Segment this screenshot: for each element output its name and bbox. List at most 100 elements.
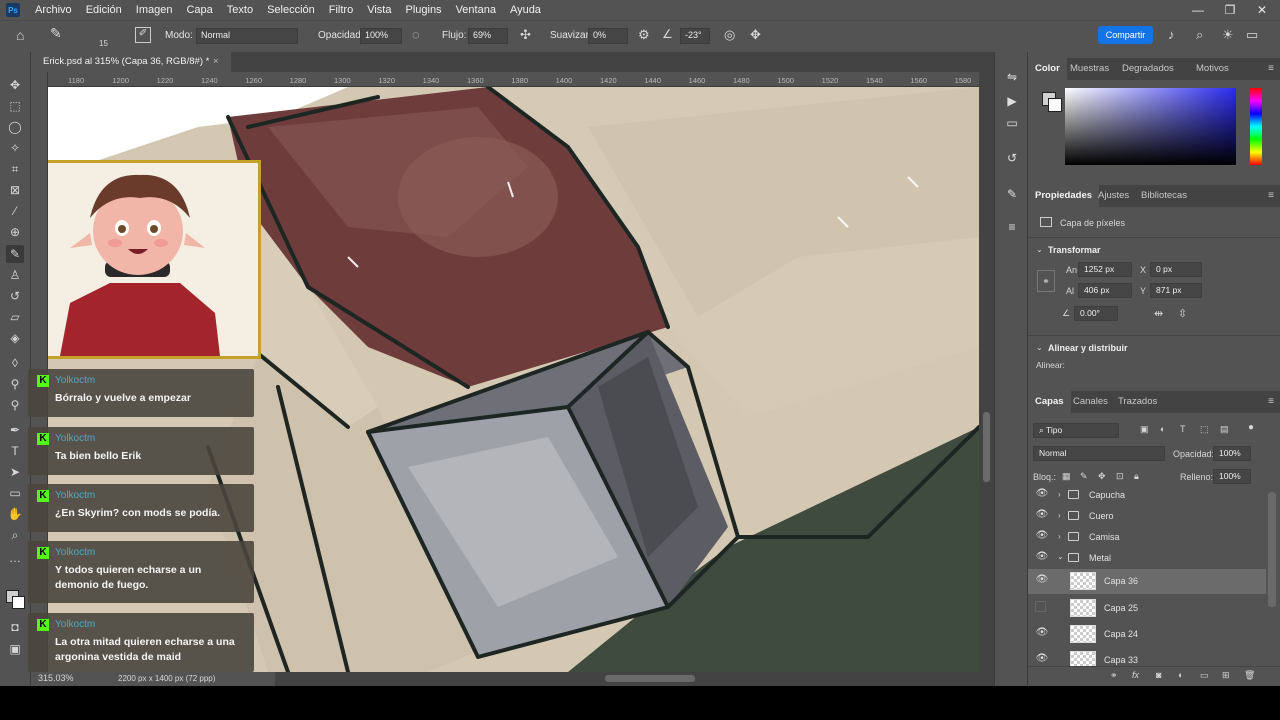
comment-icon[interactable]: ▭ bbox=[1003, 114, 1021, 132]
layer-opacity-input[interactable]: 100% bbox=[1213, 446, 1251, 461]
menu-vista[interactable]: Vista bbox=[360, 0, 398, 20]
chevron-right-icon[interactable]: › bbox=[1058, 511, 1061, 520]
menu-capa[interactable]: Capa bbox=[179, 0, 219, 20]
horizontal-scroll-thumb[interactable] bbox=[605, 675, 695, 682]
stamp-tool-icon[interactable]: ♙ bbox=[6, 266, 24, 284]
tab-muestras[interactable]: Muestras bbox=[1070, 58, 1109, 80]
brush-tool-icon[interactable]: ✎ bbox=[6, 245, 24, 263]
close-window-button[interactable]: ✕ bbox=[1246, 0, 1278, 20]
layer-row-capucha[interactable]: 👁︎ › Capucha bbox=[1028, 485, 1266, 506]
learn-icon[interactable]: ⇋ bbox=[1003, 68, 1021, 86]
mode-select[interactable]: Normal bbox=[196, 28, 298, 44]
y-input[interactable]: 871 px bbox=[1150, 283, 1202, 298]
bg-color-chip[interactable] bbox=[1048, 98, 1062, 112]
lock-all-icon[interactable]: 🔒︎ bbox=[1134, 471, 1139, 482]
play-icon[interactable]: ▶ bbox=[1003, 92, 1021, 110]
eyedropper-tool-icon[interactable]: ⁄ bbox=[6, 202, 24, 220]
filter-smart-icon[interactable]: ▤ bbox=[1220, 424, 1229, 435]
workspace-icon[interactable]: ▭ bbox=[1246, 27, 1258, 43]
menu-seleccion[interactable]: Selección bbox=[260, 0, 322, 20]
panel-menu-icon[interactable]: ≡ bbox=[1268, 190, 1274, 201]
home-icon[interactable]: ⌂ bbox=[16, 27, 24, 43]
frame-tool-icon[interactable]: ⊠ bbox=[6, 181, 24, 199]
chevron-right-icon[interactable]: › bbox=[1058, 532, 1061, 541]
pressure-size-icon[interactable]: ◎ bbox=[724, 27, 735, 43]
layer-row-cuero[interactable]: 👁︎ › Cuero bbox=[1028, 506, 1266, 527]
pressure-opacity-icon[interactable]: ◌ bbox=[412, 27, 420, 42]
new-group-icon[interactable]: ▭ bbox=[1200, 670, 1209, 681]
blend-mode-select[interactable]: Normal bbox=[1033, 446, 1165, 461]
bell-icon[interactable]: ♪ bbox=[1168, 27, 1175, 42]
hue-slider[interactable] bbox=[1250, 88, 1262, 165]
new-adjustment-icon[interactable]: ◐ bbox=[1178, 670, 1183, 680]
horizontal-scrollbar[interactable] bbox=[275, 672, 994, 686]
blur-tool-icon[interactable]: ◊ bbox=[6, 354, 24, 372]
brush-preset-icon[interactable]: ✎ bbox=[50, 25, 62, 42]
search-icon[interactable]: ⌕ bbox=[1196, 27, 1203, 43]
lock-artboard-icon[interactable]: ⊡ bbox=[1116, 471, 1124, 482]
panel-menu-icon[interactable]: ≡ bbox=[1268, 396, 1274, 407]
paint-bucket-icon[interactable]: ◈ bbox=[6, 329, 24, 347]
lock-pixels-icon[interactable]: ✎ bbox=[1080, 471, 1088, 482]
flip-horizontal-icon[interactable]: ⇹ bbox=[1154, 307, 1163, 320]
menu-ventana[interactable]: Ventana bbox=[449, 0, 503, 20]
tab-color[interactable]: Color bbox=[1028, 58, 1067, 80]
gear-icon[interactable]: ⚙ bbox=[638, 27, 650, 43]
zoom-tool-icon[interactable]: ⌕ bbox=[6, 526, 24, 544]
tab-canales[interactable]: Canales bbox=[1073, 391, 1108, 413]
brush-settings-icon[interactable]: ✎ bbox=[1003, 185, 1021, 203]
fill-input[interactable]: 100% bbox=[1213, 469, 1251, 484]
menu-texto[interactable]: Texto bbox=[220, 0, 260, 20]
chevron-down-icon[interactable]: ⌄ bbox=[1057, 552, 1064, 561]
quick-select-tool-icon[interactable]: ✧ bbox=[6, 139, 24, 157]
link-layers-icon[interactable]: ⚭ bbox=[1110, 670, 1118, 681]
tab-motivos[interactable]: Motivos bbox=[1196, 58, 1229, 80]
history-icon[interactable]: ↺ bbox=[1003, 149, 1021, 167]
move-tool-icon[interactable]: ✥ bbox=[6, 76, 24, 94]
burn-tool-icon[interactable]: ⚲ bbox=[6, 396, 24, 414]
lock-transparent-icon[interactable]: ▦ bbox=[1062, 471, 1071, 482]
link-icon[interactable]: ⚭ bbox=[1037, 270, 1055, 292]
hand-tool-icon[interactable]: ✋ bbox=[6, 505, 24, 523]
symmetry-icon[interactable]: ✥ bbox=[750, 27, 761, 43]
visibility-eye-icon[interactable]: 👁︎ bbox=[1035, 530, 1049, 544]
layer-row-capa-25[interactable]: Capa 25 bbox=[1028, 596, 1266, 621]
width-input[interactable]: 1252 px bbox=[1078, 262, 1132, 277]
rectangle-tool-icon[interactable]: ▭ bbox=[6, 484, 24, 502]
document-tab[interactable]: Erick.psd al 315% (Capa 36, RGB/8#) * × bbox=[31, 52, 231, 72]
filter-shape-icon[interactable]: ⬚ bbox=[1200, 424, 1209, 435]
lasso-tool-icon[interactable]: ◯ bbox=[6, 118, 24, 136]
type-tool-icon[interactable]: T bbox=[6, 442, 24, 460]
restore-button[interactable]: ❐ bbox=[1214, 0, 1246, 20]
visibility-eye-icon[interactable]: 👁︎ bbox=[1035, 551, 1049, 565]
visibility-eye-icon[interactable]: 👁︎ bbox=[1035, 488, 1049, 502]
opacity-input[interactable]: 100% bbox=[360, 28, 402, 44]
tab-bibliotecas[interactable]: Bibliotecas bbox=[1141, 185, 1187, 207]
layer-filter-select[interactable]: ⌕ Tipo bbox=[1033, 423, 1119, 438]
airbrush-icon[interactable]: ✣ bbox=[520, 27, 531, 43]
menu-ayuda[interactable]: Ayuda bbox=[503, 0, 548, 20]
marquee-tool-icon[interactable]: ⬚ bbox=[6, 97, 24, 115]
visibility-eye-icon[interactable]: 👁︎ bbox=[1035, 627, 1049, 641]
adjustments-icon[interactable]: ≡ bbox=[1003, 218, 1021, 236]
menu-plugins[interactable]: Plugins bbox=[398, 0, 448, 20]
vertical-scrollbar[interactable] bbox=[979, 72, 994, 672]
tab-degradados[interactable]: Degradados bbox=[1122, 58, 1174, 80]
new-layer-icon[interactable]: ⊞ bbox=[1222, 670, 1230, 681]
visibility-eye-icon[interactable]: 👁︎ bbox=[1035, 574, 1049, 588]
more-tools-icon[interactable]: … bbox=[6, 549, 24, 567]
angle-input[interactable]: 0.00° bbox=[1074, 306, 1118, 321]
flip-vertical-icon[interactable]: ⇳ bbox=[1178, 307, 1187, 320]
healing-tool-icon[interactable]: ⊕ bbox=[6, 223, 24, 241]
x-input[interactable]: 0 px bbox=[1150, 262, 1202, 277]
fx-icon[interactable]: fx bbox=[1132, 670, 1139, 680]
filter-type-icon[interactable]: T bbox=[1180, 424, 1186, 434]
filter-pixel-icon[interactable]: ▣ bbox=[1140, 424, 1149, 435]
layer-row-camisa[interactable]: 👁︎ › Camisa bbox=[1028, 527, 1266, 548]
minimize-button[interactable]: — bbox=[1182, 0, 1214, 20]
height-input[interactable]: 406 px bbox=[1078, 283, 1132, 298]
menu-archivo[interactable]: Archivo bbox=[28, 0, 79, 20]
screen-mode-icon[interactable]: ▣ bbox=[6, 640, 24, 658]
background-color-swatch[interactable] bbox=[12, 596, 25, 609]
visibility-eye-icon[interactable]: 👁︎ bbox=[1035, 653, 1049, 667]
